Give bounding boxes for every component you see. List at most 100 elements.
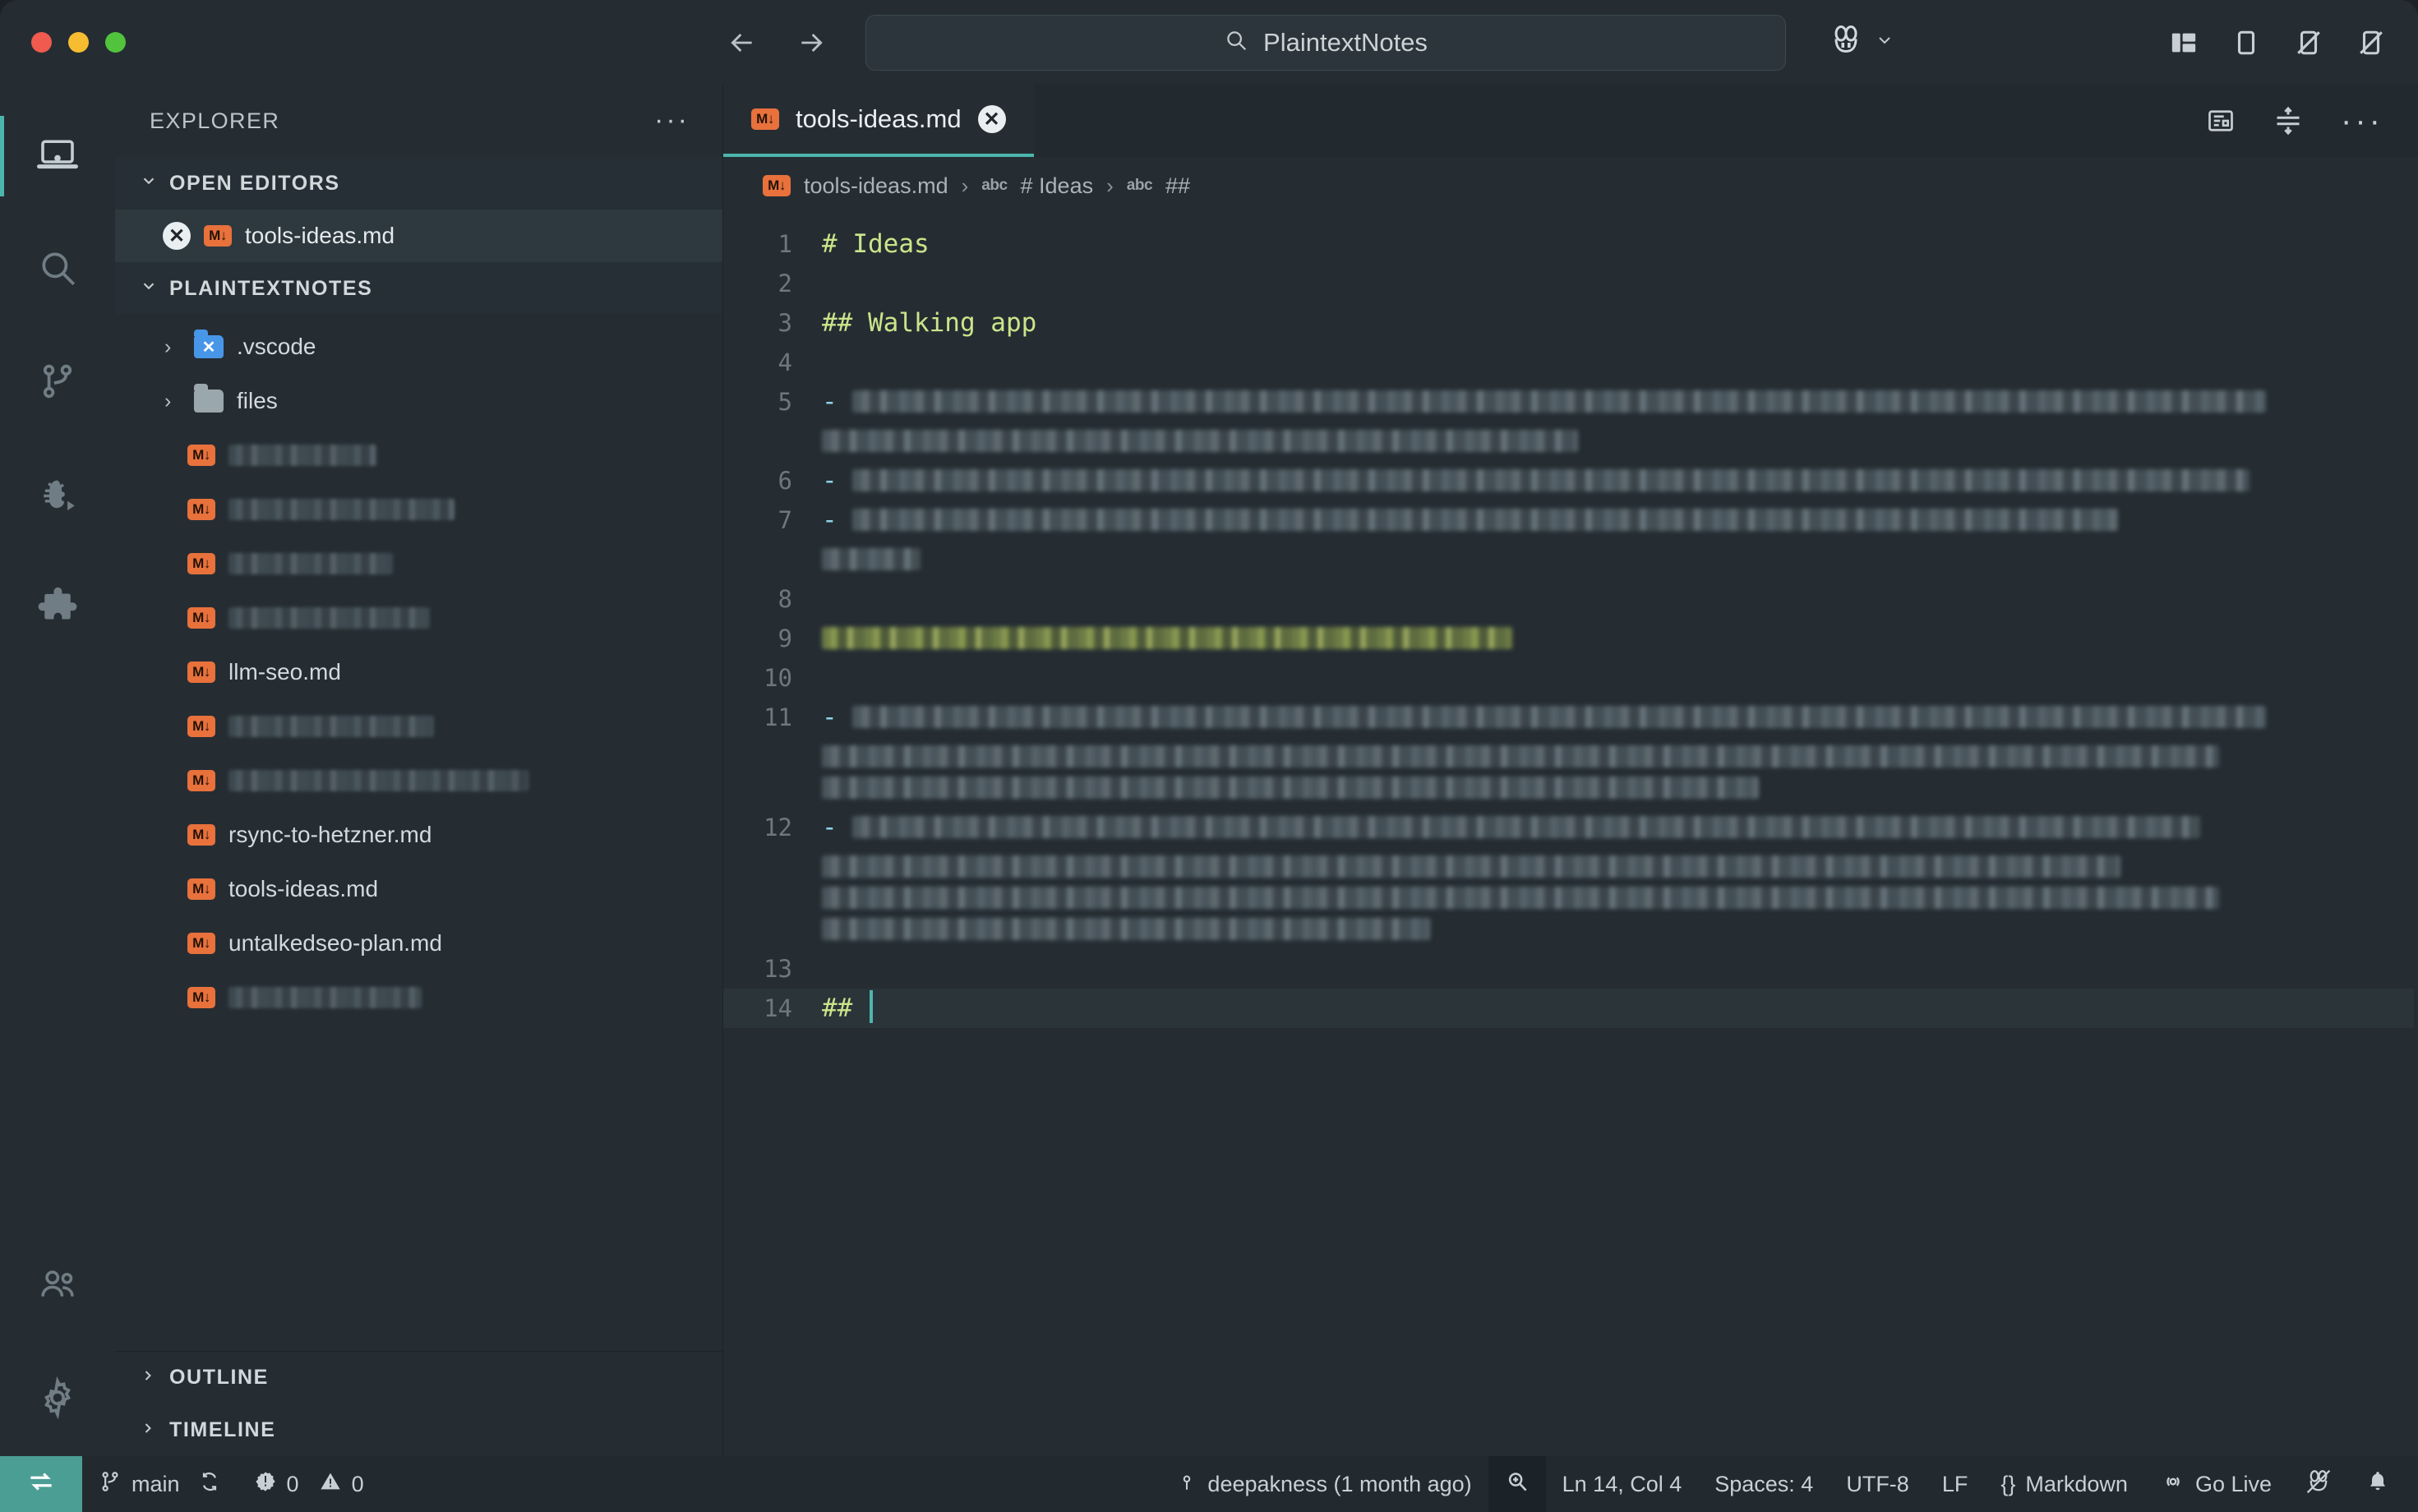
toggle-secondary-sidebar-icon[interactable] — [2357, 29, 2385, 57]
close-window-button[interactable] — [31, 32, 52, 53]
markdown-heading-text: ## Walking app — [822, 308, 1036, 338]
section-open-editors[interactable]: OPEN EDITORS — [115, 157, 722, 210]
breadcrumb-item-file[interactable]: tools-ideas.md — [804, 173, 948, 199]
copilot-menu[interactable] — [1829, 24, 1894, 61]
activity-bar-item-accounts[interactable] — [0, 1229, 115, 1343]
code-line[interactable]: 7- — [723, 500, 2414, 579]
markdown-icon: M↓ — [187, 770, 215, 791]
status-cursor-position[interactable]: Ln 14, Col 4 — [1546, 1456, 1699, 1512]
line-content: - — [822, 698, 2414, 808]
copilot-disabled-icon — [2305, 1468, 2333, 1500]
breadcrumb-item-heading1[interactable]: # Ideas — [1021, 173, 1094, 199]
code-line[interactable]: 4 — [723, 343, 2414, 382]
status-notifications[interactable] — [2349, 1456, 2418, 1512]
status-copilot[interactable] — [2288, 1456, 2349, 1512]
tree-file-item[interactable]: M↓ — [115, 970, 722, 1025]
tree-file-item[interactable]: M↓llm-seo.md — [115, 645, 722, 699]
tree-file-item[interactable]: M↓ — [115, 482, 722, 537]
activity-bar-item-run-and-debug[interactable] — [0, 440, 115, 553]
command-center-search[interactable]: PlaintextNotes — [865, 15, 1786, 71]
open-preview-to-side-icon[interactable] — [2206, 106, 2236, 136]
maximize-window-button[interactable] — [105, 32, 126, 53]
code-line[interactable]: 2 — [723, 264, 2414, 303]
tree-file-item[interactable]: M↓ — [115, 428, 722, 482]
activity-bar-item-search[interactable] — [0, 213, 115, 326]
code-line[interactable]: 3## Walking app — [723, 303, 2414, 343]
status-git-blame[interactable]: deepakness (1 month ago) — [1160, 1456, 1488, 1512]
navigation-arrows — [726, 26, 828, 59]
chevron-right-icon: › — [164, 390, 181, 413]
tree-file-item[interactable]: M↓rsync-to-hetzner.md — [115, 808, 722, 862]
tree-folder-files[interactable]: › files — [115, 374, 722, 428]
code-line[interactable]: 1# Ideas — [723, 224, 2414, 264]
open-editor-item-tools-ideas[interactable]: ✕ M↓ tools-ideas.md — [115, 210, 722, 262]
code-line[interactable]: 8 — [723, 579, 2414, 619]
status-go-live[interactable]: Go Live — [2144, 1456, 2288, 1512]
code-line[interactable]: 5- — [723, 382, 2414, 461]
tab-tools-ideas-md[interactable]: M↓ tools-ideas.md ✕ — [723, 85, 1034, 157]
forward-arrow-icon[interactable] — [795, 26, 828, 59]
section-timeline[interactable]: TIMELINE — [115, 1404, 722, 1456]
line-content — [822, 619, 2414, 658]
status-language-mode[interactable]: {} Markdown — [1984, 1456, 2144, 1512]
sidebar-more-actions-icon[interactable]: ··· — [654, 115, 690, 127]
tree-file-item[interactable]: M↓ — [115, 591, 722, 645]
status-search-badge[interactable] — [1488, 1456, 1546, 1512]
tree-file-item[interactable]: M↓ — [115, 537, 722, 591]
chevron-down-icon — [140, 277, 158, 301]
code-line[interactable]: 9 — [723, 619, 2414, 658]
list-bullet-marker: - — [822, 461, 838, 500]
redacted-text — [852, 390, 2266, 413]
text-cursor — [870, 990, 873, 1023]
tree-folder-vscode[interactable]: › .vscode — [115, 320, 722, 374]
line-number: 10 — [723, 658, 822, 698]
status-eol[interactable]: LF — [1926, 1456, 1985, 1512]
activity-bar-item-extensions[interactable] — [0, 553, 115, 666]
close-icon[interactable]: ✕ — [978, 105, 1006, 133]
toggle-primary-sidebar-icon[interactable] — [2232, 29, 2260, 57]
customize-layout-icon[interactable] — [2170, 29, 2198, 57]
tree-file-label: llm-seo.md — [228, 659, 341, 685]
code-line[interactable]: 10 — [723, 658, 2414, 698]
status-encoding[interactable]: UTF-8 — [1830, 1456, 1926, 1512]
close-icon[interactable]: ✕ — [163, 222, 191, 250]
section-outline[interactable]: OUTLINE — [115, 1351, 722, 1404]
status-warnings-count: 0 — [352, 1472, 364, 1497]
toggle-panel-icon[interactable] — [2295, 29, 2323, 57]
tree-file-item[interactable]: M↓ — [115, 754, 722, 808]
breadcrumb-item-heading2[interactable]: ## — [1165, 173, 1190, 199]
code-line[interactable]: 12- — [723, 808, 2414, 949]
code-line[interactable]: 11- — [723, 698, 2414, 808]
code-line[interactable]: 13 — [723, 949, 2414, 989]
code-line[interactable]: 14## — [723, 989, 2414, 1028]
tree-file-item[interactable]: M↓tools-ideas.md — [115, 862, 722, 916]
sync-icon[interactable] — [198, 1470, 221, 1499]
status-indentation[interactable]: Spaces: 4 — [1698, 1456, 1830, 1512]
tree-file-label-redacted — [228, 987, 422, 1008]
tree-file-item[interactable]: M↓untalkedseo-plan.md — [115, 916, 722, 970]
activity-bar-item-source-control[interactable] — [0, 326, 115, 440]
warning-icon — [319, 1470, 342, 1499]
activity-bar-item-settings[interactable] — [0, 1343, 115, 1456]
markdown-icon: M↓ — [763, 175, 791, 196]
remote-window-button[interactable] — [0, 1456, 82, 1512]
minimize-window-button[interactable] — [68, 32, 89, 53]
activity-bar-item-explorer[interactable] — [0, 99, 115, 213]
status-git-blame-label: deepakness (1 month ago) — [1207, 1472, 1471, 1497]
section-workspace[interactable]: PLAINTEXTNOTES — [115, 262, 722, 315]
code-line[interactable]: 6- — [723, 461, 2414, 500]
markdown-icon: M↓ — [187, 987, 215, 1008]
title-bar: PlaintextNotes — [0, 0, 2418, 85]
code-lines[interactable]: 1# Ideas23## Walking app45-6-7-891011-12… — [723, 214, 2414, 1456]
source-control-icon — [37, 361, 78, 406]
minimap[interactable] — [2414, 214, 2418, 1456]
open-editor-item-label: tools-ideas.md — [245, 223, 395, 249]
tree-file-item[interactable]: M↓ — [115, 699, 722, 754]
status-problems[interactable]: 0 0 — [238, 1456, 381, 1512]
command-center-value: PlaintextNotes — [1263, 28, 1428, 58]
redacted-text — [822, 777, 1759, 799]
more-actions-icon[interactable]: ··· — [2341, 116, 2383, 126]
status-branch[interactable]: main — [82, 1456, 238, 1512]
back-arrow-icon[interactable] — [726, 26, 759, 59]
split-editor-down-icon[interactable] — [2273, 106, 2303, 136]
